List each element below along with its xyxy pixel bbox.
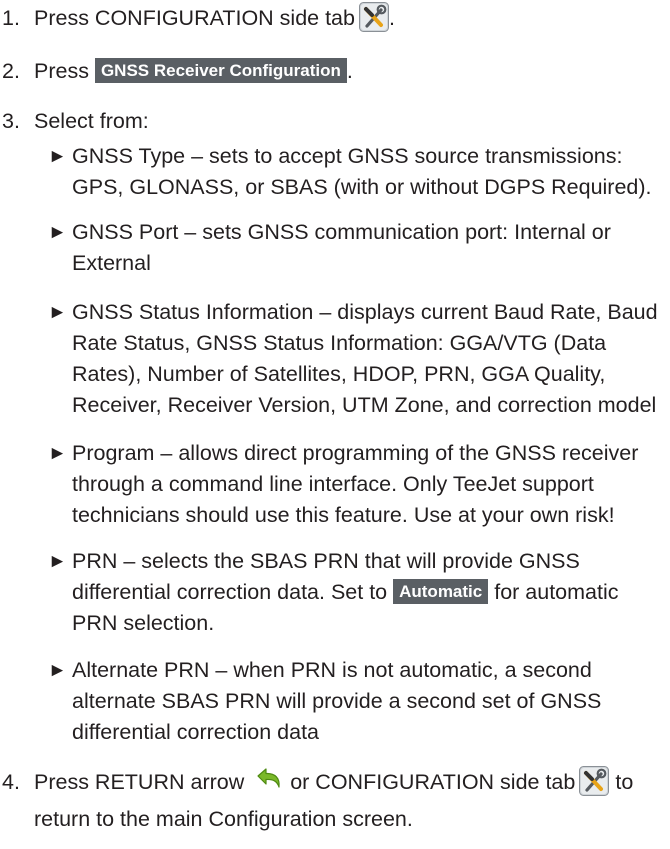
step-number: 1.	[2, 6, 20, 30]
bullet-arrow-icon: ►	[48, 302, 67, 323]
configuration-tools-icon[interactable]	[358, 2, 389, 32]
bullet-line: PRN – selects the SBAS PRN that will pro…	[72, 549, 580, 573]
step-text: or CONFIGURATION side tab	[290, 770, 576, 794]
bullet-line: alternate SBAS PRN will provide a second…	[72, 689, 602, 713]
bullet-line: PRN selection.	[72, 611, 215, 635]
bullet-alternate-prn: ► Alternate PRN – when PRN is not automa…	[48, 655, 668, 748]
step-text: Press	[34, 59, 89, 83]
step-text: Press RETURN arrow	[34, 770, 245, 794]
bullet-arrow-icon: ►	[48, 551, 67, 572]
bullet-arrow-icon: ►	[48, 443, 67, 464]
bullet-line: GPS, GLONASS, or SBAS (with or without D…	[72, 175, 652, 199]
bullet-arrow-icon: ►	[48, 222, 67, 243]
bullet-line: GNSS Status Information – displays curre…	[72, 300, 658, 324]
step-number: 4.	[2, 770, 20, 794]
bullet-line: Rate Status, GNSS Status Information: GG…	[72, 331, 607, 355]
bullet-line: GNSS Port – sets GNSS communication port…	[72, 220, 611, 244]
step-punct: .	[346, 59, 353, 83]
bullet-line: Alternate PRN – when PRN is not automati…	[72, 658, 592, 682]
bullet-line: GNSS Type – sets to accept GNSS source t…	[72, 144, 623, 168]
gnss-receiver-configuration-button[interactable]: GNSS Receiver Configuration	[94, 58, 347, 83]
bullet-line: technicians should use this feature. Use…	[72, 503, 615, 527]
bullet-gnss-type: ► GNSS Type – sets to accept GNSS source…	[48, 141, 668, 203]
step-number: 3.	[2, 109, 20, 133]
step-text: to	[615, 770, 634, 794]
return-arrow-icon[interactable]	[254, 766, 284, 796]
bullet-program: ► Program – allows direct programming of…	[48, 438, 668, 531]
bullet-line: for automatic	[494, 580, 619, 604]
bullet-line: through a command line interface. Only T…	[72, 472, 594, 496]
bullet-line: Receiver, Receiver Version, UTM Zone, an…	[72, 393, 657, 417]
bullet-line: Program – allows direct programming of t…	[72, 441, 639, 465]
bullet-line: differential correction data	[72, 720, 319, 744]
step-text: Select from:	[34, 109, 149, 133]
automatic-button[interactable]: Automatic	[393, 579, 489, 604]
bullet-gnss-port: ► GNSS Port – sets GNSS communication po…	[48, 217, 668, 279]
step-punct: .	[388, 6, 395, 30]
step-number: 2.	[2, 59, 20, 83]
step-text: return to the main Configuration screen.	[34, 807, 413, 831]
bullet-arrow-icon: ►	[48, 660, 67, 681]
configuration-tools-icon[interactable]	[579, 766, 610, 796]
bullet-arrow-icon: ►	[48, 146, 67, 167]
bullet-line: External	[72, 251, 151, 275]
bullet-prn: ► PRN – selects the SBAS PRN that will p…	[48, 546, 668, 639]
bullet-gnss-status-information: ► GNSS Status Information – displays cur…	[48, 297, 668, 421]
bullet-line: differential correction data. Set to	[72, 580, 388, 604]
bullet-line: Rates), Number of Satellites, HDOP, PRN,…	[72, 362, 606, 386]
step-text: Press CONFIGURATION side tab	[34, 6, 355, 30]
